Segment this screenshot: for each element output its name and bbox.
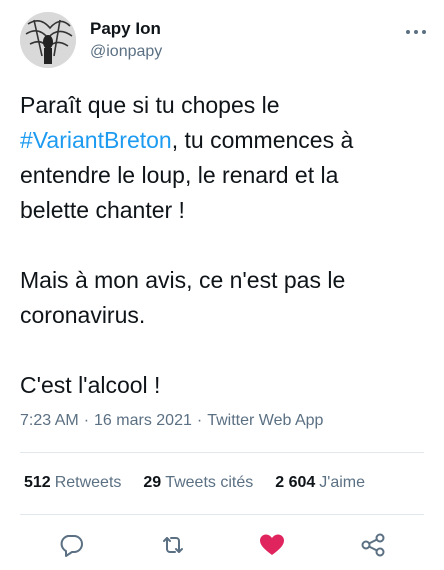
tweet-line: #VariantBreton, tu commences à	[20, 127, 354, 153]
tweet-meta: 7:23 AM · 16 mars 2021 · Twitter Web App	[20, 412, 323, 430]
tweet-line: coronavirus.	[20, 302, 146, 328]
share-button[interactable]	[358, 530, 388, 560]
user-names: Papy Ion @ionpapy	[90, 18, 162, 63]
reply-button[interactable]	[56, 530, 86, 560]
user-handle[interactable]: @ionpapy	[90, 41, 162, 63]
display-name[interactable]: Papy Ion	[90, 18, 162, 40]
tweet-stats: 512 Retweets 29 Tweets cités 2 604 J'aime	[24, 474, 387, 492]
meta-separator: ·	[196, 412, 203, 429]
tweet-line: Paraît que si tu chopes le	[20, 92, 280, 118]
tweet-source[interactable]: Twitter Web App	[207, 412, 323, 429]
retweet-icon	[163, 537, 183, 553]
quotes-stat[interactable]: 29 Tweets cités	[143, 474, 253, 492]
avatar[interactable]	[20, 12, 76, 68]
likes-stat[interactable]: 2 604 J'aime	[275, 474, 365, 492]
tweet-line: entendre le loup, le renard et la	[20, 162, 339, 188]
retweets-stat[interactable]: 512 Retweets	[24, 474, 121, 492]
tweet-date[interactable]: 16 mars 2021	[94, 412, 192, 429]
like-button[interactable]	[257, 530, 287, 560]
tweet-line: C'est l'alcool !	[20, 372, 161, 398]
reply-icon	[60, 535, 83, 557]
tweet-actions	[0, 530, 444, 560]
more-options-icon[interactable]	[404, 24, 428, 40]
tweet-line: belette chanter !	[20, 197, 185, 223]
tweet-text: Paraît que si tu chopes le #VariantBreto…	[20, 88, 430, 403]
share-icon	[361, 533, 385, 557]
tweet-line: Mais à mon avis, ce n'est pas le	[20, 267, 346, 293]
hashtag-link[interactable]: #VariantBreton	[20, 127, 172, 153]
divider	[20, 452, 424, 453]
meta-separator: ·	[83, 412, 90, 429]
divider	[20, 514, 424, 515]
tweet-header: Papy Ion @ionpapy	[20, 12, 428, 72]
avatar-photo-icon	[20, 12, 76, 68]
heart-icon	[260, 534, 284, 555]
tweet-time[interactable]: 7:23 AM	[20, 412, 79, 429]
retweet-button[interactable]	[158, 530, 188, 560]
